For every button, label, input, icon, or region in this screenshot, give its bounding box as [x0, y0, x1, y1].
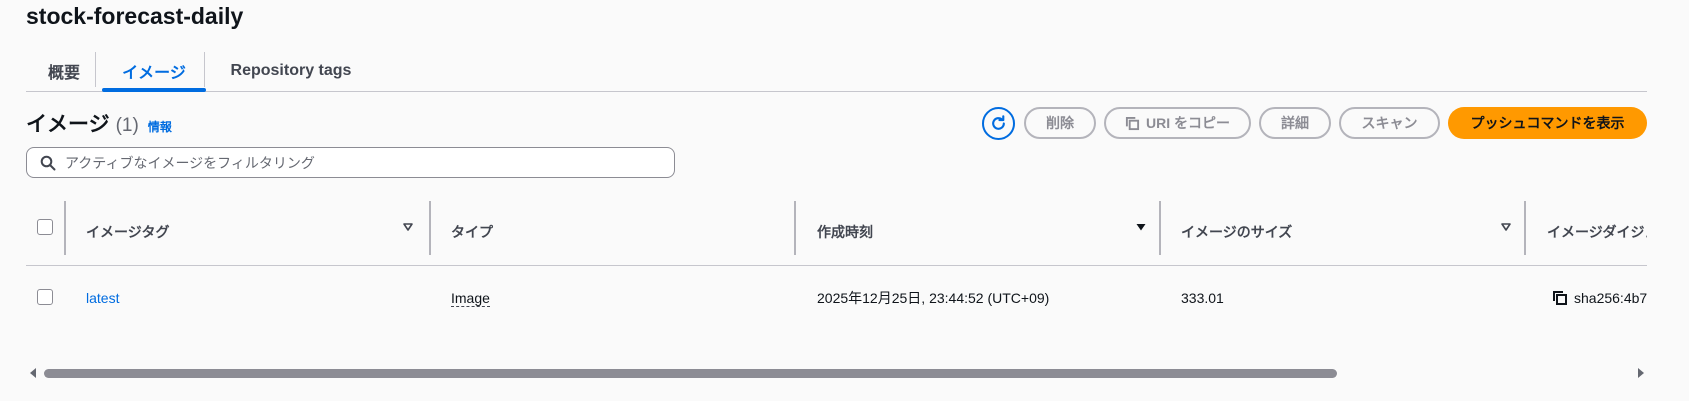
sort-icon[interactable] [1500, 221, 1512, 233]
sort-descending-icon[interactable] [1135, 221, 1147, 233]
cell-type: Image [451, 265, 490, 331]
cell-size: 333.01 [1181, 290, 1224, 306]
cell-digest: sha256:4b7 [1552, 265, 1647, 331]
details-label: 詳細 [1281, 115, 1309, 131]
tab-repository-tags[interactable]: Repository tags [206, 51, 376, 90]
scrollbar-thumb[interactable] [44, 369, 1337, 378]
column-header-image-size[interactable]: イメージのサイズ [1181, 199, 1292, 265]
image-digest: sha256:4b7 [1574, 290, 1647, 306]
copy-uri-label: URI をコピー [1146, 115, 1230, 131]
tab-overview[interactable]: 概要 [26, 51, 102, 90]
page: stock-forecast-daily 概要 イメージ Repository … [0, 0, 1689, 401]
copy-icon[interactable] [1552, 290, 1568, 306]
column-divider [64, 201, 66, 255]
table-header: イメージタグ タイプ 作成時刻 イメージのサイズ イメージダイジェスト [26, 199, 1647, 266]
details-button[interactable]: 詳細 [1259, 107, 1331, 139]
image-tag-link[interactable]: latest [86, 290, 119, 306]
column-header-type[interactable]: タイプ [451, 199, 493, 265]
cell-created: 2025年12月25日, 23:44:52 (UTC+09) [817, 290, 1050, 306]
images-table: イメージタグ タイプ 作成時刻 イメージのサイズ イメージダイジェスト late… [26, 199, 1647, 364]
copy-uri-button[interactable]: URI をコピー [1104, 107, 1251, 139]
horizontal-scrollbar[interactable] [26, 365, 1647, 381]
scan-button[interactable]: スキャン [1339, 107, 1440, 139]
column-divider [1159, 201, 1161, 255]
select-all-checkbox[interactable] [37, 219, 53, 235]
copy-icon [1125, 116, 1140, 130]
row-checkbox[interactable] [37, 289, 53, 305]
scan-label: スキャン [1361, 115, 1418, 131]
image-count: (1) [115, 115, 139, 136]
section-title: イメージ [26, 113, 110, 136]
column-header-created[interactable]: 作成時刻 [817, 199, 873, 265]
column-header-image-tag[interactable]: イメージタグ [86, 199, 169, 265]
view-push-commands-button[interactable]: プッシュコマンドを表示 [1448, 107, 1647, 139]
column-divider [429, 201, 431, 255]
tab-divider [204, 52, 205, 87]
refresh-icon [992, 115, 1005, 130]
cell-tag: latest [86, 265, 119, 331]
column-divider [794, 201, 796, 255]
column-divider [1524, 201, 1526, 255]
filter-field[interactable] [26, 147, 675, 178]
tab-images[interactable]: イメージ [102, 51, 206, 92]
tab-divider [95, 52, 96, 87]
tab-bar: 概要 イメージ Repository tags [26, 51, 1647, 92]
table-row: latest Image 2025年12月25日, 23:44:52 (UTC+… [26, 265, 1647, 331]
scroll-right-icon[interactable] [1636, 368, 1645, 378]
filter-input[interactable] [65, 148, 665, 177]
search-icon [40, 155, 56, 171]
image-type[interactable]: Image [451, 290, 490, 307]
sort-icon[interactable] [402, 221, 414, 233]
page-title: stock-forecast-daily [26, 3, 244, 29]
images-header: イメージ (1) 情報 [26, 108, 172, 138]
delete-button[interactable]: 削除 [1024, 107, 1096, 139]
delete-label: 削除 [1046, 115, 1074, 131]
info-link[interactable]: 情報 [148, 118, 172, 135]
refresh-button[interactable] [982, 107, 1015, 140]
scroll-left-icon[interactable] [29, 368, 38, 378]
column-header-image-digest[interactable]: イメージダイジェスト [1547, 199, 1647, 265]
